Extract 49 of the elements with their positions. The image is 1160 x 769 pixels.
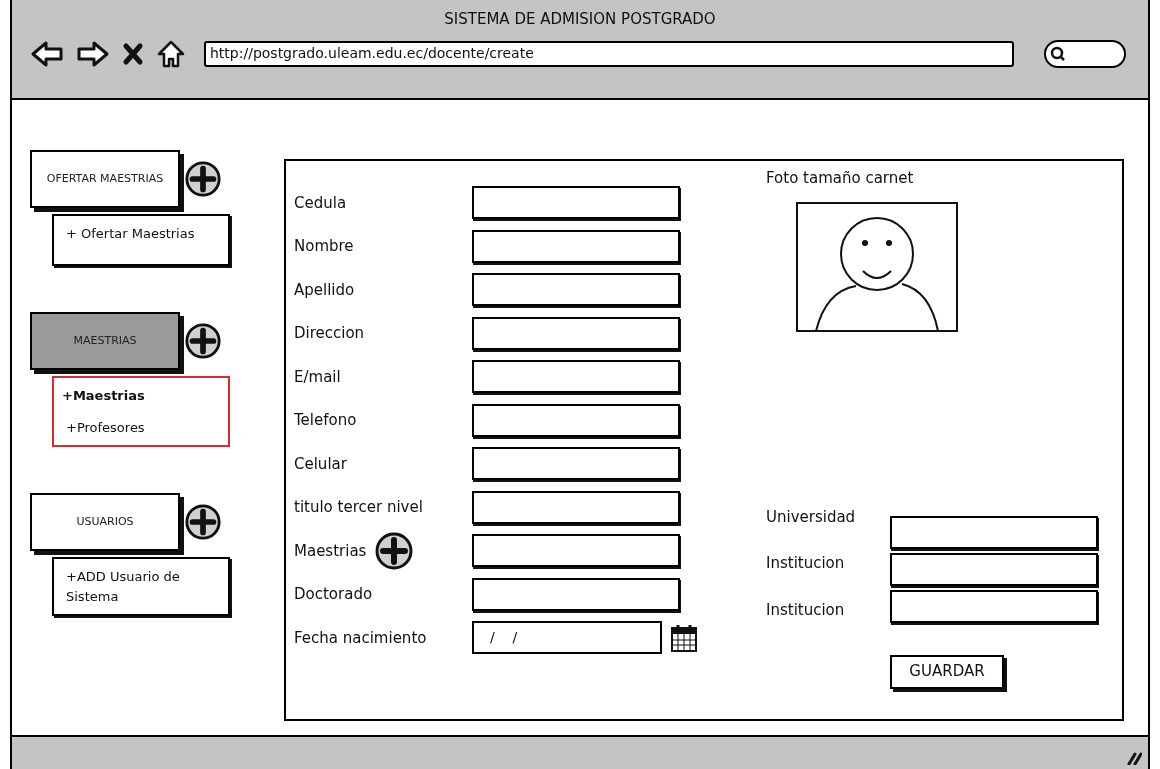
field-label: Institucion xyxy=(766,553,846,574)
close-icon[interactable] xyxy=(122,41,144,66)
save-button[interactable]: GUARDAR xyxy=(890,654,1004,689)
input-field[interactable] xyxy=(472,186,680,220)
url-text: http://postgrado.uleam.edu.ec/docente/create xyxy=(210,44,534,63)
input-field[interactable] xyxy=(472,447,680,481)
forward-arrow-icon[interactable] xyxy=(76,39,110,68)
add-icon[interactable] xyxy=(374,530,415,571)
input-field[interactable] xyxy=(472,534,680,568)
field-label: Apellido xyxy=(294,279,355,301)
input-field[interactable] xyxy=(472,273,680,307)
home-icon[interactable] xyxy=(156,38,186,69)
input-field[interactable] xyxy=(472,316,680,350)
input-field[interactable] xyxy=(890,589,1098,623)
input-field[interactable] xyxy=(472,403,680,437)
input-field[interactable] xyxy=(472,577,680,611)
search-icon xyxy=(1050,45,1066,62)
add-icon[interactable] xyxy=(184,503,222,541)
window-title: SISTEMA DE ADMISION POSTGRADO xyxy=(444,9,716,30)
calendar-icon[interactable] xyxy=(670,622,698,653)
date-field[interactable]: / / xyxy=(472,621,662,655)
input-field[interactable] xyxy=(890,552,1098,586)
input-field[interactable] xyxy=(472,360,680,394)
field-label: Institucion xyxy=(766,599,846,621)
submenu-link[interactable]: +ADD Usuario de Sistema xyxy=(62,567,220,606)
date-value: / / xyxy=(490,628,518,648)
field-label: Celular xyxy=(294,453,347,475)
field-label: Maestrias xyxy=(294,540,367,562)
field-label: Telefono xyxy=(294,410,357,431)
field-label: titulo tercer nivel xyxy=(294,497,423,518)
input-field[interactable] xyxy=(472,490,680,524)
field-label: Cedula xyxy=(294,192,347,214)
input-field[interactable] xyxy=(472,229,680,263)
submenu-link[interactable]: + Ofertar Maestrias xyxy=(62,224,220,244)
field-label: Nombre xyxy=(294,236,354,257)
photo-label: Foto tamaño carnet xyxy=(766,168,915,189)
field-label: Universidad xyxy=(766,506,857,528)
back-arrow-icon[interactable] xyxy=(30,39,64,68)
field-label: Doctorado xyxy=(294,584,373,605)
submenu-link[interactable]: +Profesores xyxy=(62,417,220,437)
add-icon[interactable] xyxy=(184,322,222,360)
add-icon[interactable] xyxy=(184,160,222,198)
search-field[interactable] xyxy=(1044,39,1126,68)
field-label: E/mail xyxy=(294,366,341,388)
field-label: Direccion xyxy=(294,323,365,344)
field-label: Fecha nacimiento xyxy=(294,627,427,649)
input-field[interactable] xyxy=(890,515,1098,549)
url-field[interactable]: http://postgrado.uleam.edu.ec/docente/create xyxy=(204,40,1014,67)
submenu-link[interactable]: +Maestrias xyxy=(62,386,220,406)
